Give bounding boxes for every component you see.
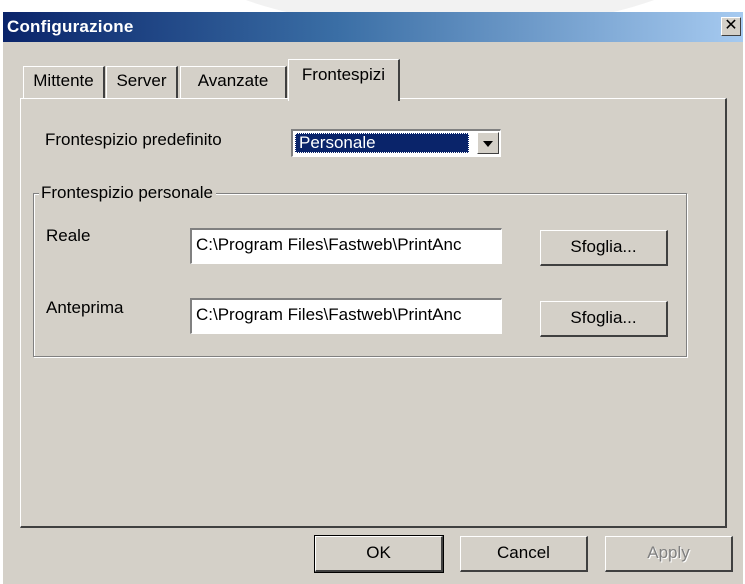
reale-browse-button[interactable]: Sfoglia... [540, 230, 668, 266]
close-button[interactable]: ✕ [721, 17, 741, 36]
default-cover-selected-value: Personale [295, 133, 469, 153]
configuration-dialog: Configurazione ✕ Mittente Server Avanzat… [3, 12, 743, 584]
anteprima-browse-button[interactable]: Sfoglia... [540, 301, 668, 337]
tab-avanzate[interactable]: Avanzate [180, 66, 287, 99]
tab-server[interactable]: Server [106, 66, 178, 99]
title-bar[interactable]: Configurazione ✕ [3, 12, 743, 42]
default-cover-select[interactable]: Personale [291, 129, 501, 157]
reale-label: Reale [46, 226, 91, 245]
anteprima-label: Anteprima [46, 298, 124, 317]
reale-path-input[interactable]: C:\Program Files\Fastweb\PrintAnc [190, 228, 502, 264]
tab-frontespizi[interactable]: Frontespizi [288, 59, 400, 101]
default-cover-label: Frontespizio predefinito [45, 130, 222, 149]
tab-label: Server [116, 71, 167, 90]
window-title: Configurazione [7, 17, 134, 36]
ok-button[interactable]: OK [314, 535, 444, 573]
tab-label: Avanzate [197, 71, 269, 90]
tab-mittente[interactable]: Mittente [23, 66, 105, 99]
cancel-button[interactable]: Cancel [460, 536, 588, 572]
tab-label: Mittente [33, 71, 94, 90]
personal-cover-group: Frontespizio personale Reale C:\Program … [33, 183, 687, 357]
apply-button[interactable]: Apply [605, 536, 733, 572]
close-icon: ✕ [724, 17, 738, 34]
group-title: Frontespizio personale [39, 183, 216, 203]
anteprima-path-input[interactable]: C:\Program Files\Fastweb\PrintAnc [190, 298, 502, 334]
chevron-down-icon[interactable] [477, 132, 499, 154]
tab-panel-frontespizi: Frontespizio predefinito Personale Front… [20, 98, 727, 528]
tab-label: Frontespizi [301, 65, 386, 84]
